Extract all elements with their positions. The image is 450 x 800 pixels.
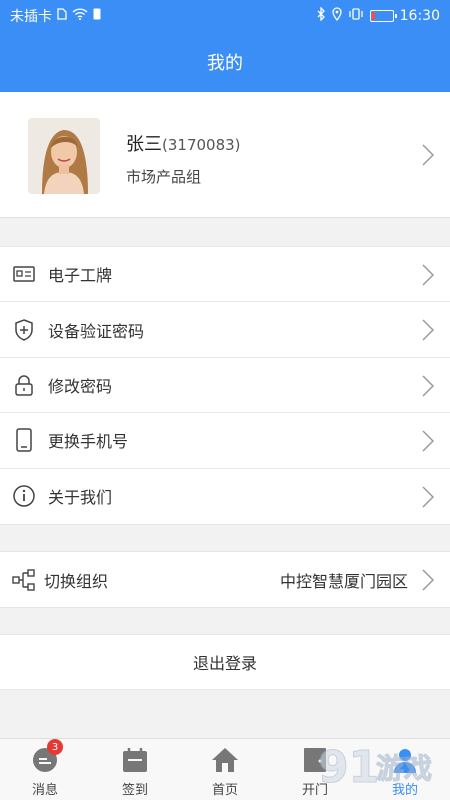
wifi-icon: [72, 8, 88, 24]
menu-label: 电子工牌: [48, 266, 113, 286]
org-tree-icon: [12, 568, 36, 592]
watermark-logo: 91 游戏: [318, 742, 433, 794]
chevron-right-icon: [422, 144, 434, 166]
chevron-right-icon: [422, 430, 434, 452]
calendar-icon: [120, 745, 150, 775]
home-icon: [210, 745, 240, 775]
menu-item-about-us[interactable]: 关于我们: [0, 469, 450, 524]
tab-label: 首页: [211, 783, 238, 798]
phone-icon: [12, 428, 36, 453]
menu-item-electronic-badge[interactable]: 电子工牌: [0, 247, 450, 303]
svg-text:游戏: 游戏: [376, 752, 432, 785]
badge-card-icon: [12, 262, 36, 286]
vibrate-icon: [348, 8, 364, 24]
switch-organization-row[interactable]: 切换组织 中控智慧厦门园区: [0, 552, 450, 607]
bluetooth-icon: [316, 6, 326, 25]
avatar: [28, 118, 100, 194]
page-title: 我的: [0, 32, 450, 92]
tab-label: 签到: [121, 783, 148, 798]
chevron-right-icon: [422, 569, 434, 591]
storage-icon: [93, 8, 101, 24]
profile-card[interactable]: 张三(3170083) 市场产品组: [0, 92, 450, 218]
menu-label: 关于我们: [48, 488, 113, 508]
menu-label: 更换手机号: [48, 432, 129, 452]
carrier-label: 未插卡: [10, 9, 52, 25]
logout-button[interactable]: 退出登录: [0, 634, 450, 690]
chevron-right-icon: [422, 486, 434, 508]
chevron-right-icon: [422, 264, 434, 286]
status-bar: 未插卡 16:30: [0, 0, 450, 32]
clock: 16:30: [399, 8, 440, 24]
location-icon: [331, 7, 342, 25]
user-name-line: 张三(3170083): [126, 130, 241, 156]
sim-icon: [57, 8, 67, 24]
tab-messages[interactable]: 3 消息: [0, 739, 90, 800]
settings-menu: 电子工牌 设备验证密码 修改密码 更换手机号 关于我们: [0, 246, 450, 525]
battery-icon: [369, 10, 397, 22]
shield-icon: [12, 318, 36, 342]
menu-label: 修改密码: [48, 376, 113, 396]
chevron-right-icon: [422, 319, 434, 341]
tab-label: 消息: [31, 783, 58, 798]
switch-organization-label: 切换组织: [44, 571, 109, 591]
user-department: 市场产品组: [126, 168, 202, 186]
organization-section: 切换组织 中控智慧厦门园区: [0, 551, 450, 609]
menu-item-change-phone[interactable]: 更换手机号: [0, 413, 450, 469]
user-name: 张三: [126, 134, 162, 155]
chevron-right-icon: [422, 375, 434, 397]
lock-icon: [12, 373, 36, 397]
unread-badge: 3: [47, 739, 63, 755]
menu-label: 设备验证密码: [48, 321, 145, 341]
user-id: (3170083): [162, 136, 241, 154]
current-organization: 中控智慧厦门园区: [279, 571, 408, 591]
menu-item-change-password[interactable]: 修改密码: [0, 358, 450, 414]
menu-item-device-password[interactable]: 设备验证密码: [0, 302, 450, 358]
tab-check-in[interactable]: 签到: [90, 739, 180, 800]
tab-home[interactable]: 首页: [180, 739, 270, 800]
svg-text:91: 91: [318, 742, 379, 793]
info-icon: [12, 484, 36, 508]
